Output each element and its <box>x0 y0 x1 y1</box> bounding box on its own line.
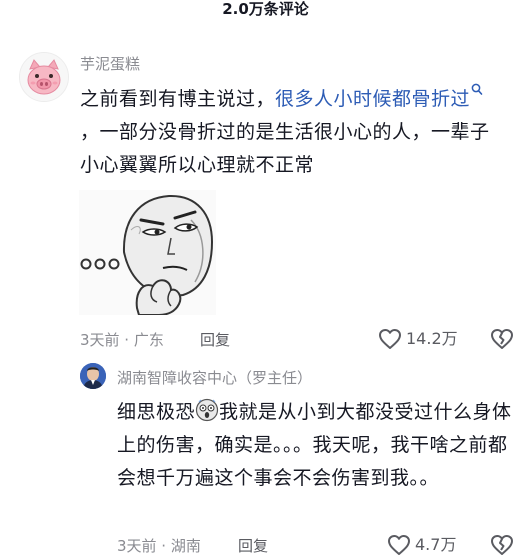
reply-button[interactable]: 回复 <box>200 330 230 350</box>
meme-sticker[interactable] <box>79 190 216 316</box>
broken-heart-icon[interactable] <box>490 534 514 556</box>
reply-username[interactable]: 湖南智障收容中心（罗主任） <box>117 368 312 388</box>
comment-text-part: 之前看到有博主说过， <box>80 88 276 110</box>
broken-heart-icon[interactable] <box>490 328 514 350</box>
pig-avatar[interactable] <box>19 52 69 102</box>
reply-avatar[interactable] <box>80 363 106 389</box>
like-count: 14.2万 <box>406 329 458 348</box>
reply-reply-button[interactable]: 回复 <box>238 536 268 556</box>
reply-text-part: 细思极恐 <box>117 401 196 423</box>
avatar-icon <box>80 363 106 389</box>
reply-text: 细思极恐 我就是从小到大都没受过什么身体上的伤害，确实是。。。我天呢，我干啥之前… <box>117 396 515 495</box>
meme-face-image <box>79 190 216 316</box>
comment-text: 之前看到有博主说过，很多人小时候都骨折过 ，一部分没骨折过的是生活很小心的人，一辈… <box>80 83 500 182</box>
comment-username[interactable]: 芋泥蛋糕 <box>80 54 140 74</box>
search-icon <box>471 83 483 95</box>
shocked-emoji-icon <box>195 398 219 422</box>
like-button[interactable]: 14.2万 <box>378 328 458 350</box>
reply-meta: 3天前 · 湖南 <box>117 537 201 555</box>
comment-text-part: ，一部分没骨折过的是生活很小心的人，一辈子小心翼翼所以心理就不正常 <box>80 121 490 176</box>
pig-avatar-icon <box>20 53 68 101</box>
search-link-label[interactable]: 很多人小时候都骨折过 <box>275 88 470 110</box>
search-link[interactable]: 很多人小时候都骨折过 <box>275 83 483 110</box>
comment-count-title: 2.0万条评论 <box>222 0 309 18</box>
reply-like-count: 4.7万 <box>415 535 457 554</box>
heart-icon <box>388 535 410 555</box>
reply-like-button[interactable]: 4.7万 <box>387 534 456 556</box>
comment-meta: 3天前 · 广东 <box>80 331 164 349</box>
heart-icon <box>379 329 401 349</box>
